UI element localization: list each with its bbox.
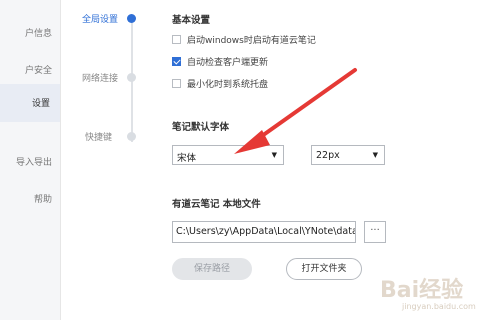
- watermark-logo: Bai经验 jingyan.baidu.com: [380, 270, 495, 318]
- watermark-text: Bai经验: [380, 278, 464, 303]
- watermark-url: jingyan.baidu.com: [402, 302, 476, 311]
